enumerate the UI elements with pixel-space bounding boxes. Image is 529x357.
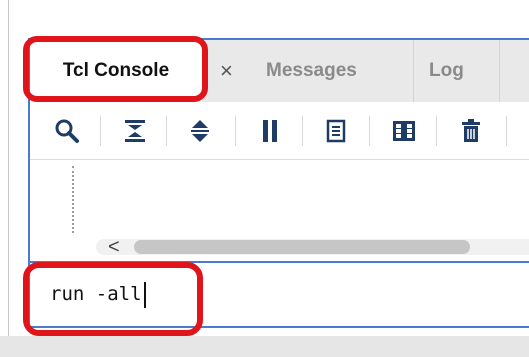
text-caret: [143, 281, 146, 308]
tab-bar: Tcl Console × Messages Log: [30, 40, 529, 102]
search-icon[interactable]: [50, 114, 84, 148]
toolbar-separator: [235, 116, 236, 146]
tab-messages-label: Messages: [266, 60, 357, 81]
scroll-left-icon[interactable]: <: [108, 233, 120, 261]
window-top-area: [0, 0, 529, 32]
tab-tcl-console[interactable]: Tcl Console: [30, 40, 202, 102]
copy-icon[interactable]: [320, 114, 354, 148]
tcl-command-text: run -all: [50, 283, 142, 305]
tab-tcl-console-label: Tcl Console: [62, 60, 170, 81]
columns-icon[interactable]: [387, 114, 421, 148]
expand-all-icon[interactable]: [183, 114, 217, 148]
console-output: [30, 160, 529, 233]
window-left-border: [8, 0, 9, 345]
tab-log[interactable]: Log: [415, 40, 500, 102]
toolbar-separator: [302, 116, 303, 146]
tcl-command-input[interactable]: run -all: [50, 277, 490, 311]
window-bottom-area: [0, 336, 529, 357]
pause-icon[interactable]: [253, 114, 287, 148]
toolbar-separator: [166, 116, 167, 146]
command-line: run -all: [30, 261, 529, 326]
close-icon[interactable]: ×: [220, 60, 233, 82]
toolbar-separator: [100, 116, 101, 146]
collapse-all-icon[interactable]: [118, 114, 152, 148]
trash-icon[interactable]: [454, 114, 488, 148]
toolbar-separator: [436, 116, 437, 146]
horizontal-scrollbar[interactable]: <: [30, 233, 529, 261]
tab-messages[interactable]: Messages: [256, 40, 414, 102]
tab-log-label: Log: [429, 60, 464, 81]
fold-gutter: [72, 166, 74, 233]
console-toolbar: [30, 102, 529, 160]
scrollbar-thumb[interactable]: [134, 240, 470, 254]
tcl-console-panel: Tcl Console × Messages Log < run -all: [28, 38, 529, 328]
toolbar-separator: [506, 116, 507, 146]
toolbar-separator: [369, 116, 370, 146]
